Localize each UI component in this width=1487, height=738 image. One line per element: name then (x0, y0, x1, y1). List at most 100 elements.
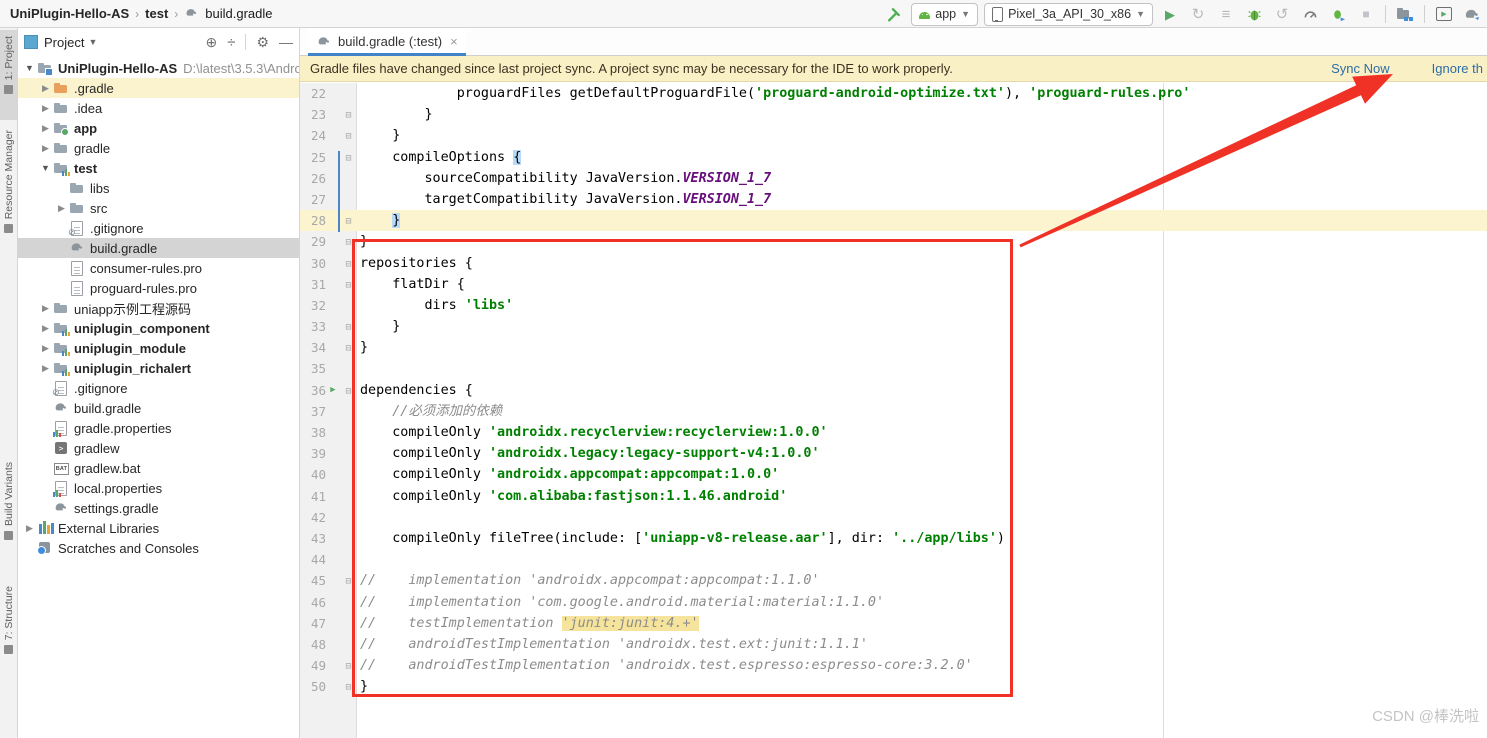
fold-marker-icon[interactable]: ⊟ (343, 126, 354, 147)
fold-marker-icon[interactable]: ⊟ (343, 677, 354, 698)
tree-item--idea[interactable]: ▶ .idea (18, 98, 299, 118)
chevron-collapsed-icon[interactable]: ▶ (24, 523, 35, 534)
chevron-down-icon[interactable]: ▼ (88, 37, 97, 47)
tree-item-gradle-properties[interactable]: gradle.properties (18, 418, 299, 438)
tree-item-label: build.gradle (90, 240, 158, 256)
chevron-expanded-icon[interactable]: ▼ (24, 63, 35, 73)
rerun-icon[interactable]: ↻ (1187, 3, 1209, 25)
tree-item--gradle[interactable]: ▶ .gradle (18, 78, 299, 98)
tree-item-uniplugin-richalert[interactable]: ▶ uniplugin_richalert (18, 358, 299, 378)
chevron-collapsed-icon[interactable]: ▶ (40, 343, 51, 354)
chevron-collapsed-icon[interactable]: ▶ (56, 203, 67, 214)
file-icon (71, 281, 83, 296)
line-number: 36 (310, 382, 326, 398)
tree-item-build-gradle[interactable]: build.gradle (18, 398, 299, 418)
tree-item-libs[interactable]: libs (18, 178, 299, 198)
chevron-collapsed-icon[interactable]: ▶ (40, 143, 51, 154)
apply-changes-icon[interactable]: ≡ (1215, 3, 1237, 25)
run-configuration-select[interactable]: app ▼ (911, 2, 979, 26)
code-line-33: 33 ⊟ } (300, 316, 1487, 337)
code-line-32: 32 dirs 'libs' (300, 295, 1487, 316)
chevron-collapsed-icon[interactable]: ▶ (40, 123, 51, 134)
stop-button[interactable]: ■ (1355, 3, 1377, 25)
fold-marker-icon[interactable]: ⊟ (343, 105, 354, 126)
tree-item-consumer-rules-pro[interactable]: consumer-rules.pro (18, 258, 299, 278)
device-select[interactable]: Pixel_3a_API_30_x86 ▼ (984, 2, 1153, 26)
fold-marker-icon[interactable]: ⊟ (343, 254, 354, 275)
watermark: CSDN @棒洗啦 (1372, 708, 1479, 725)
fold-marker-icon[interactable]: ⊟ (343, 656, 354, 677)
fold-marker-icon[interactable]: ⊟ (343, 571, 354, 592)
chevron-collapsed-icon[interactable]: ▶ (40, 83, 51, 94)
chevron-collapsed-icon[interactable]: ▶ (40, 363, 51, 374)
fold-marker-icon[interactable]: ⊟ (343, 148, 354, 169)
chevron-down-icon: ▼ (1136, 9, 1145, 19)
fold-marker-icon[interactable]: ⊟ (343, 275, 354, 296)
tree-item-app[interactable]: ▶ app (18, 118, 299, 138)
breadcrumb-item[interactable]: test (145, 6, 168, 21)
sidebar-strip-item[interactable]: Resource Manager (0, 124, 17, 254)
strip-item-label: Build Variants (2, 462, 15, 527)
sync-now-link[interactable]: Sync Now (1331, 61, 1390, 76)
tree-item-gradlew[interactable]: > gradlew (18, 438, 299, 458)
device-file-explorer-icon[interactable] (1394, 3, 1416, 25)
tree-item--gitignore[interactable]: ⊘ .gitignore (18, 378, 299, 398)
close-icon[interactable]: × (450, 34, 458, 49)
tree-item-uniplugin-component[interactable]: ▶ uniplugin_component (18, 318, 299, 338)
tree-item-test[interactable]: ▼ test (18, 158, 299, 178)
tree-item-settings-gradle[interactable]: settings.gradle (18, 498, 299, 518)
code-text: repositories { (360, 255, 473, 271)
libraries-icon (39, 521, 54, 534)
debug-button[interactable] (1243, 3, 1265, 25)
fold-marker-icon[interactable]: ⊟ (343, 317, 354, 338)
line-number: 28 (310, 213, 326, 229)
fold-marker-icon[interactable]: ⊟ (343, 381, 354, 402)
strip-item-label: 7: Structure (2, 586, 15, 641)
run-button[interactable]: ▶ (1159, 3, 1181, 25)
hide-panel-icon[interactable]: — (279, 34, 293, 50)
tree-item-scratches-and-consoles[interactable]: Scratches and Consoles (18, 538, 299, 558)
sidebar-strip-item[interactable]: 1: Project (0, 30, 17, 120)
chevron-expanded-icon[interactable]: ▼ (40, 163, 51, 173)
tree-item-uniapp-[interactable]: ▶ uniapp示例工程源码 (18, 298, 299, 318)
fold-marker-icon[interactable]: ⊟ (343, 232, 354, 253)
tree-item-label: uniplugin_richalert (74, 360, 192, 376)
code-text: } (392, 213, 401, 229)
tree-item-build-gradle[interactable]: build.gradle (18, 238, 299, 258)
run-line-icon[interactable]: ▶ (327, 380, 339, 401)
profile-icon[interactable]: ↺ (1271, 3, 1293, 25)
collapse-all-icon[interactable]: ÷ (227, 34, 235, 51)
tab-build-gradle-test[interactable]: build.gradle (:test) × (308, 29, 466, 53)
breadcrumb-item[interactable]: UniPlugin-Hello-AS (10, 6, 129, 21)
settings-gear-icon[interactable]: ⚙ (256, 34, 269, 51)
attach-debugger-icon[interactable] (1327, 3, 1349, 25)
ignore-th-link[interactable]: Ignore th (1432, 61, 1483, 76)
tree-item-gradle[interactable]: ▶ gradle (18, 138, 299, 158)
tree-item-uniplugin-module[interactable]: ▶ uniplugin_module (18, 338, 299, 358)
chevron-collapsed-icon[interactable]: ▶ (40, 323, 51, 334)
fold-marker-icon[interactable]: ⊟ (343, 211, 354, 232)
tree-item-gradlew-bat[interactable]: BAT gradlew.bat (18, 458, 299, 478)
tree-item-src[interactable]: ▶ src (18, 198, 299, 218)
code-editor[interactable]: 22 proguardFiles getDefaultProguardFile(… (300, 83, 1487, 738)
fold-marker-icon[interactable]: ⊟ (343, 338, 354, 359)
breadcrumb-item[interactable]: build.gradle (205, 6, 272, 21)
tree-item-local-properties[interactable]: local.properties (18, 478, 299, 498)
project-panel-title[interactable]: Project (44, 35, 84, 50)
code-text: //必须添加的依赖 (360, 403, 503, 419)
profiler-gauge-icon[interactable] (1299, 3, 1321, 25)
running-devices-icon[interactable]: ▶ (1433, 3, 1455, 25)
tree-item-uniplugin-hello-as[interactable]: ▼ UniPlugin-Hello-AS D:\latest\3.5.3\Andro… (18, 58, 299, 78)
tree-item-external-libraries[interactable]: ▶ External Libraries (18, 518, 299, 538)
sidebar-strip-item[interactable]: 7: Structure (0, 580, 17, 688)
sidebar-strip-item[interactable]: Build Variants (0, 456, 17, 568)
locate-icon[interactable]: ⊕ (205, 34, 217, 51)
make-project-hammer-icon[interactable] (883, 3, 905, 25)
chevron-collapsed-icon[interactable]: ▶ (40, 303, 51, 314)
tree-item--gitignore[interactable]: ⊘ .gitignore (18, 218, 299, 238)
gradle-sync-icon[interactable] (1461, 3, 1483, 25)
code-text: compileOnly 'androidx.appcompat:appcompa… (360, 467, 780, 483)
tree-item-proguard-rules-pro[interactable]: proguard-rules.pro (18, 278, 299, 298)
project-tool-icon (24, 35, 38, 49)
chevron-collapsed-icon[interactable]: ▶ (40, 103, 51, 114)
